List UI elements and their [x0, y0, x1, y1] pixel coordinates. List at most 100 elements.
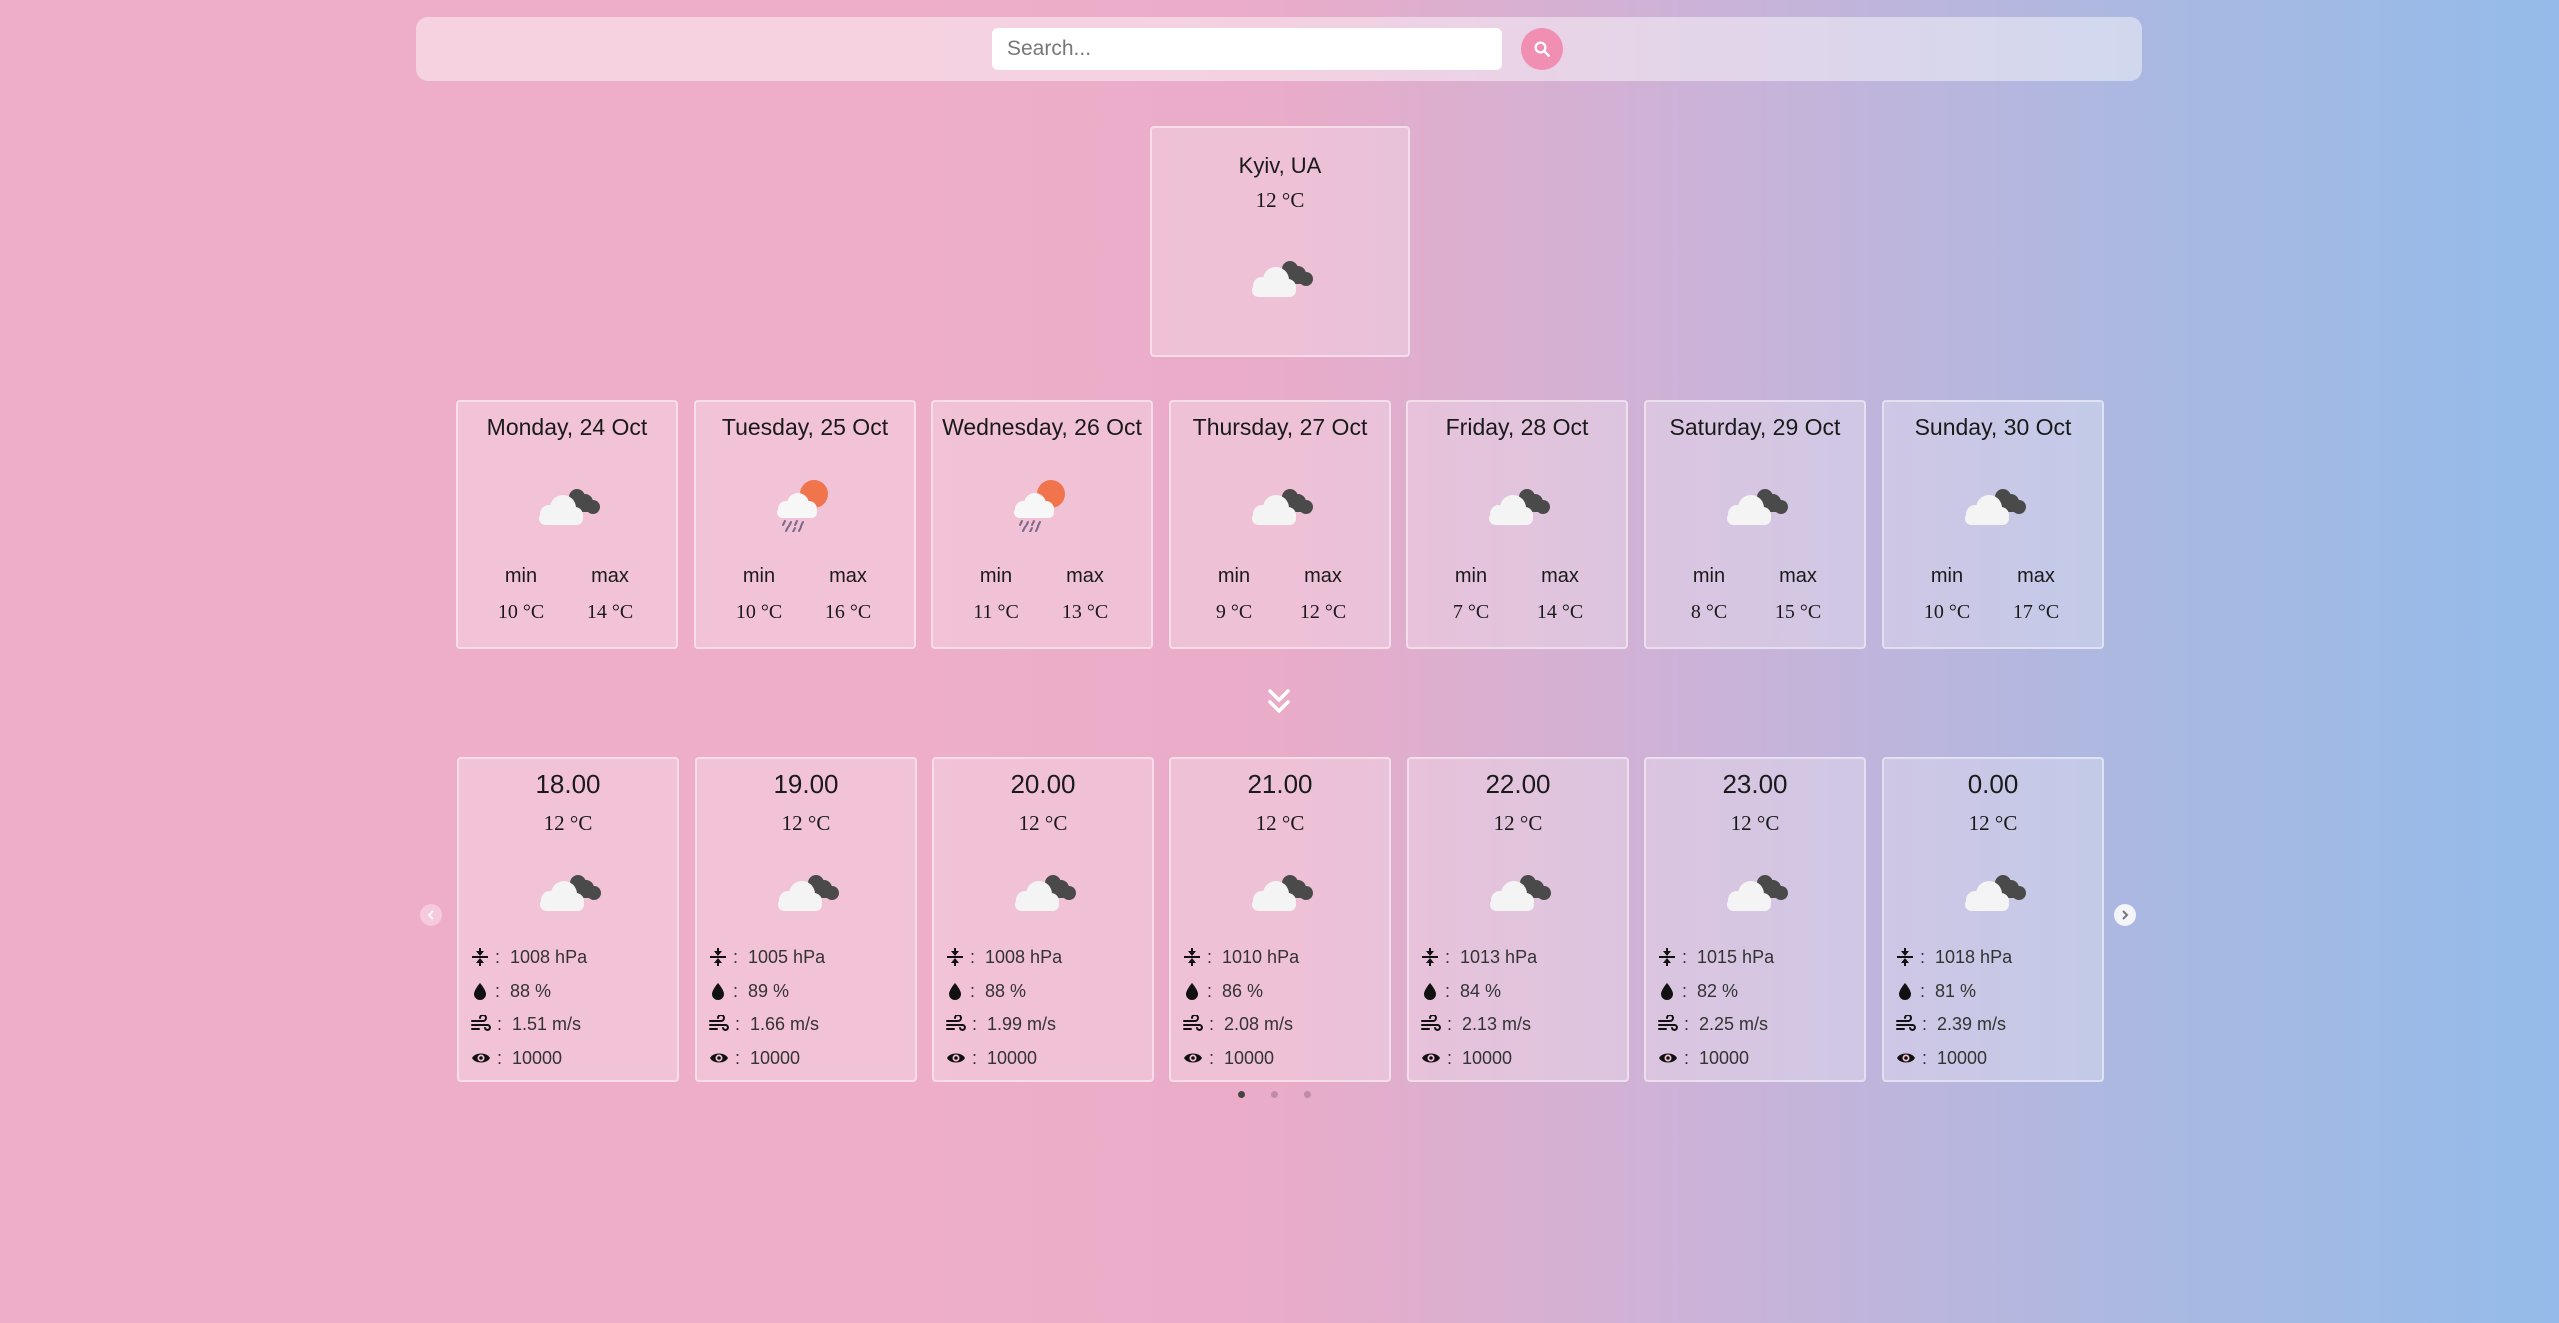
hour-temperature: 12 °C: [1968, 811, 2018, 835]
day-card[interactable]: Saturday, 29 Oct min max 8 °C 15 °C: [1644, 400, 1866, 649]
day-card[interactable]: Tuesday, 25 Oct min max 10 °C 16 °C: [694, 400, 916, 649]
visibility-value: 10000: [512, 1047, 563, 1068]
hour-card: 18.00 12 °C :1008 hPa :88 % :1.51 m/s :1…: [457, 757, 679, 1082]
eye-icon: [1896, 1049, 1916, 1067]
pressure-stat: :1013 hPa: [1421, 945, 1537, 969]
pressure-stat: :1018 hPa: [1896, 945, 2012, 969]
cloudy-icon: [1715, 476, 1795, 537]
hour-time: 18.00: [535, 769, 601, 799]
double-chevron-down-icon: [1268, 689, 1290, 713]
droplet-icon: [946, 982, 964, 1000]
wind-icon: [946, 1015, 966, 1033]
max-label: max: [2017, 565, 2055, 587]
eye-icon: [1658, 1049, 1678, 1067]
hour-card: 23.00 12 °C :1015 hPa :82 % :2.25 m/s :1…: [1644, 757, 1866, 1082]
pressure-icon: [471, 948, 489, 966]
day-title: Friday, 28 Oct: [1445, 414, 1589, 440]
wind-value: 2.25 m/s: [1699, 1013, 1769, 1034]
day-card[interactable]: Monday, 24 Oct min max 10 °C 14 °C: [456, 400, 678, 649]
humidity-stat: :82 %: [1658, 979, 1738, 1003]
day-card[interactable]: Friday, 28 Oct min max 7 °C 14 °C: [1406, 400, 1628, 649]
hour-time: 21.00: [1247, 769, 1313, 799]
cloudy-icon: [1240, 476, 1320, 537]
current-weather-card: Kyiv, UA 12 °C: [1150, 126, 1410, 357]
min-label: min: [504, 565, 538, 587]
wind-stat: :1.66 m/s: [709, 1012, 819, 1036]
carousel-pagination: [1238, 1091, 1311, 1098]
cloudy-icon: [1240, 248, 1320, 309]
pressure-value: 1008 hPa: [985, 946, 1063, 967]
min-temp: 10 °C: [497, 601, 545, 623]
min-label: min: [742, 565, 776, 587]
pressure-stat: :1010 hPa: [1183, 945, 1299, 969]
search-button[interactable]: [1521, 28, 1563, 70]
droplet-icon: [1896, 982, 1914, 1000]
hour-card: 19.00 12 °C :1005 hPa :89 % :1.66 m/s :1…: [695, 757, 917, 1082]
eye-icon: [471, 1049, 491, 1067]
hour-temperature: 12 °C: [781, 811, 831, 835]
humidity-stat: :86 %: [1183, 979, 1263, 1003]
visibility-stat: :10000: [1421, 1046, 1512, 1070]
pagination-dot[interactable]: [1271, 1091, 1278, 1098]
max-temp: 13 °C: [1061, 601, 1109, 623]
pagination-dot[interactable]: [1304, 1091, 1311, 1098]
pressure-icon: [709, 948, 727, 966]
wind-stat: :2.13 m/s: [1421, 1012, 1531, 1036]
carousel-next-button[interactable]: [2114, 904, 2136, 926]
min-temp: 8 °C: [1690, 601, 1728, 623]
humidity-value: 81 %: [1935, 980, 1977, 1001]
day-card[interactable]: Sunday, 30 Oct min max 10 °C 17 °C: [1882, 400, 2104, 649]
humidity-stat: :84 %: [1421, 979, 1501, 1003]
min-label: min: [1930, 565, 1964, 587]
max-label: max: [591, 565, 629, 587]
visibility-stat: :10000: [1658, 1046, 1749, 1070]
wind-stat: :2.25 m/s: [1658, 1012, 1768, 1036]
min-temp: 7 °C: [1452, 601, 1490, 623]
cloudy-icon: [1953, 476, 2033, 537]
pressure-icon: [946, 948, 964, 966]
humidity-value: 84 %: [1460, 980, 1502, 1001]
pressure-stat: :1015 hPa: [1658, 945, 1774, 969]
day-card[interactable]: Thursday, 27 Oct min max 9 °C 12 °C: [1169, 400, 1391, 649]
hour-temperature: 12 °C: [1493, 811, 1543, 835]
hour-card: 0.00 12 °C :1018 hPa :81 % :2.39 m/s :10…: [1882, 757, 2104, 1082]
min-temp: 10 °C: [1923, 601, 1971, 623]
max-temp: 14 °C: [586, 601, 634, 623]
current-temperature: 12 °C: [1255, 188, 1305, 212]
wind-value: 1.51 m/s: [512, 1013, 582, 1034]
day-title: Sunday, 30 Oct: [1914, 414, 2072, 440]
visibility-value: 10000: [1462, 1047, 1513, 1068]
pagination-dot[interactable]: [1238, 1091, 1245, 1098]
wind-icon: [1183, 1015, 1203, 1033]
wind-value: 2.08 m/s: [1224, 1013, 1294, 1034]
expand-hourly-button[interactable]: [1263, 686, 1295, 718]
hour-card: 20.00 12 °C :1008 hPa :88 % :1.99 m/s :1…: [932, 757, 1154, 1082]
visibility-stat: :10000: [471, 1046, 562, 1070]
min-label: min: [1692, 565, 1726, 587]
hour-temperature: 12 °C: [1018, 811, 1068, 835]
carousel-prev-button[interactable]: [420, 904, 442, 926]
search-icon: [1534, 41, 1550, 57]
humidity-stat: :88 %: [946, 979, 1026, 1003]
droplet-icon: [709, 982, 727, 1000]
search-input[interactable]: [992, 28, 1502, 70]
pressure-value: 1018 hPa: [1935, 946, 2013, 967]
day-card[interactable]: Wednesday, 26 Oct min max 11 °C 13 °C: [931, 400, 1153, 649]
visibility-value: 10000: [1937, 1047, 1988, 1068]
wind-value: 2.13 m/s: [1462, 1013, 1532, 1034]
hour-card: 22.00 12 °C :1013 hPa :84 % :2.13 m/s :1…: [1407, 757, 1629, 1082]
eye-icon: [946, 1049, 966, 1067]
wind-icon: [1658, 1015, 1678, 1033]
chevron-right-icon: [2122, 910, 2129, 920]
cloudy-icon: [1003, 862, 1083, 923]
wind-icon: [709, 1015, 729, 1033]
visibility-value: 10000: [1224, 1047, 1275, 1068]
cloudy-icon: [1715, 862, 1795, 923]
humidity-stat: :89 %: [709, 979, 789, 1003]
pressure-icon: [1896, 948, 1914, 966]
pressure-value: 1015 hPa: [1697, 946, 1775, 967]
eye-icon: [1183, 1049, 1203, 1067]
visibility-stat: :10000: [1896, 1046, 1987, 1070]
droplet-icon: [471, 982, 489, 1000]
wind-value: 2.39 m/s: [1937, 1013, 2007, 1034]
